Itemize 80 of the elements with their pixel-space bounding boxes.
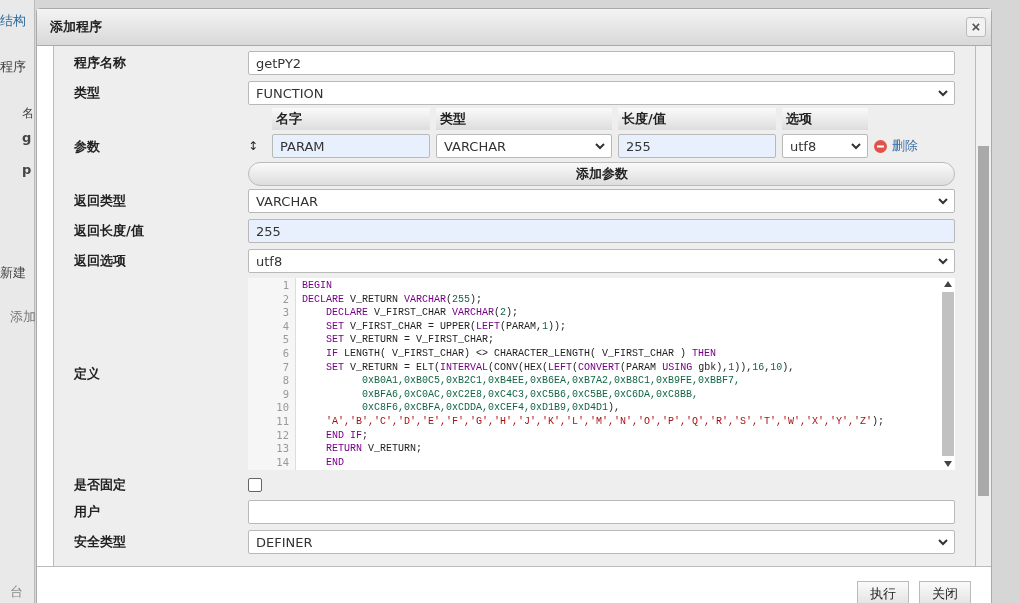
line-number: 11: [276, 414, 289, 429]
select-field[interactable]: FUNCTION: [248, 81, 955, 105]
line-number: 2: [282, 292, 289, 307]
select-field[interactable]: utf8: [248, 249, 955, 273]
field-label: 用户: [74, 503, 101, 521]
field-label: 安全类型: [74, 533, 127, 551]
line-number: 6: [282, 346, 289, 361]
select-field[interactable]: VARCHAR: [248, 189, 955, 213]
field-label: 类型: [74, 84, 101, 102]
code-line: SET V_RETURN = V_FIRST_CHAR;: [325, 333, 496, 347]
code-line: DECLARE V_RETURN VARCHAR(255);: [302, 292, 484, 307]
field-label: 定义: [74, 365, 101, 383]
column-header: 名字: [272, 108, 430, 130]
code-editor[interactable]: [248, 278, 955, 470]
dialog-title: 添加程序: [50, 18, 102, 36]
line-number: 3: [282, 306, 289, 320]
drag-handle[interactable]: ↕: [248, 139, 266, 153]
chevron-icon: [938, 538, 948, 546]
up-arrow-icon[interactable]: [944, 281, 952, 287]
line-number: 13: [276, 442, 289, 456]
input-field[interactable]: [248, 500, 955, 524]
dialog-button[interactable]: 执行: [857, 581, 909, 603]
background-text: 新建: [0, 264, 26, 282]
line-number: 5: [282, 333, 289, 347]
delete-link[interactable]: 删除: [874, 137, 918, 155]
code-line: SET V_FIRST_CHAR = UPPER(LEFT(PARAM,1));: [325, 319, 568, 334]
column-header: 类型: [436, 108, 612, 130]
line-number: 14: [276, 455, 289, 470]
line-number: 12: [276, 428, 289, 443]
code-line: SET V_RETURN = ELT(INTERVAL(CONV(HEX(LEFT(CONVERT(PARAM USING gbk),1)),16,10),: [325, 360, 796, 375]
input-field[interactable]: PARAM: [272, 134, 430, 158]
field-label: 参数: [74, 138, 101, 156]
chevron-icon: [938, 197, 948, 205]
chevron-icon: [938, 89, 948, 97]
select-field[interactable]: VARCHAR: [436, 134, 612, 158]
chevron-icon: [595, 142, 605, 150]
background-text: 结构: [0, 12, 26, 30]
close-button[interactable]: ×: [966, 17, 986, 37]
code-line: IF LENGTH( V_FIRST_CHAR) <> CHARACTER_LENGTH( V_FIRST_CHAR ) THEN: [325, 346, 718, 361]
input-field[interactable]: 255: [618, 134, 776, 158]
down-arrow-icon[interactable]: [944, 461, 952, 467]
background-text: 添加: [10, 308, 36, 326]
input-field[interactable]: 255: [248, 219, 955, 243]
code-line: 'A','B','C','D','E','F','G','H','J','K','L','M','N','O','P','Q','R','S','T','W','X','Y','Z');: [325, 414, 886, 429]
minus-circle-icon: [874, 139, 887, 153]
background-text: g: [22, 130, 32, 145]
background-text: 名: [22, 105, 34, 122]
background-text: 台: [10, 583, 23, 601]
code-line: END IF;: [325, 428, 370, 443]
input-field[interactable]: getPY2: [248, 51, 955, 75]
code-line: 0xBFA6,0xC0AC,0xC2E8,0xC4C3,0xC5B6,0xC5BE,0xC6DA,0xC8BB,: [361, 387, 700, 402]
column-header: 长度/值: [618, 108, 776, 130]
chevron-icon: [851, 142, 861, 150]
chevron-icon: [938, 257, 948, 265]
code-line: BEGIN: [302, 279, 333, 293]
line-number: 9: [282, 387, 289, 402]
field-label: 返回选项: [74, 252, 127, 270]
select-field[interactable]: DEFINER: [248, 530, 955, 554]
code-line: RETURN V_RETURN;: [325, 442, 424, 456]
field-label: 是否固定: [74, 475, 127, 494]
dialog-button[interactable]: 关闭: [919, 581, 971, 603]
field-label: 返回类型: [74, 192, 127, 210]
line-number: 8: [282, 374, 289, 388]
checkbox[interactable]: [248, 477, 262, 492]
code-line: END: [325, 455, 345, 470]
line-number: 10: [276, 401, 289, 415]
code-line: 0xB0A1,0xB0C5,0xB2C1,0xB4EE,0xB6EA,0xB7A2,0xB8C1,0xB9FE,0xBBF7,: [361, 374, 742, 388]
background-text: p: [22, 162, 32, 177]
line-number: 1: [282, 279, 289, 293]
code-line: 0xC8F6,0xCBFA,0xCDDA,0xCEF4,0xD1B9,0xD4D1),: [361, 401, 622, 415]
add-parameter-button[interactable]: 添加参数: [248, 162, 955, 186]
column-header: 选项: [782, 108, 868, 130]
line-number: 7: [282, 360, 289, 375]
code-line: DECLARE V_FIRST_CHAR VARCHAR(2);: [325, 306, 520, 320]
select-field[interactable]: utf8: [782, 134, 868, 158]
field-label: 程序名称: [74, 54, 127, 72]
line-number: 4: [282, 319, 289, 334]
field-label: 返回长度/值: [74, 222, 145, 240]
background-text: 程序: [0, 58, 26, 76]
scrollbar[interactable]: [976, 46, 991, 566]
